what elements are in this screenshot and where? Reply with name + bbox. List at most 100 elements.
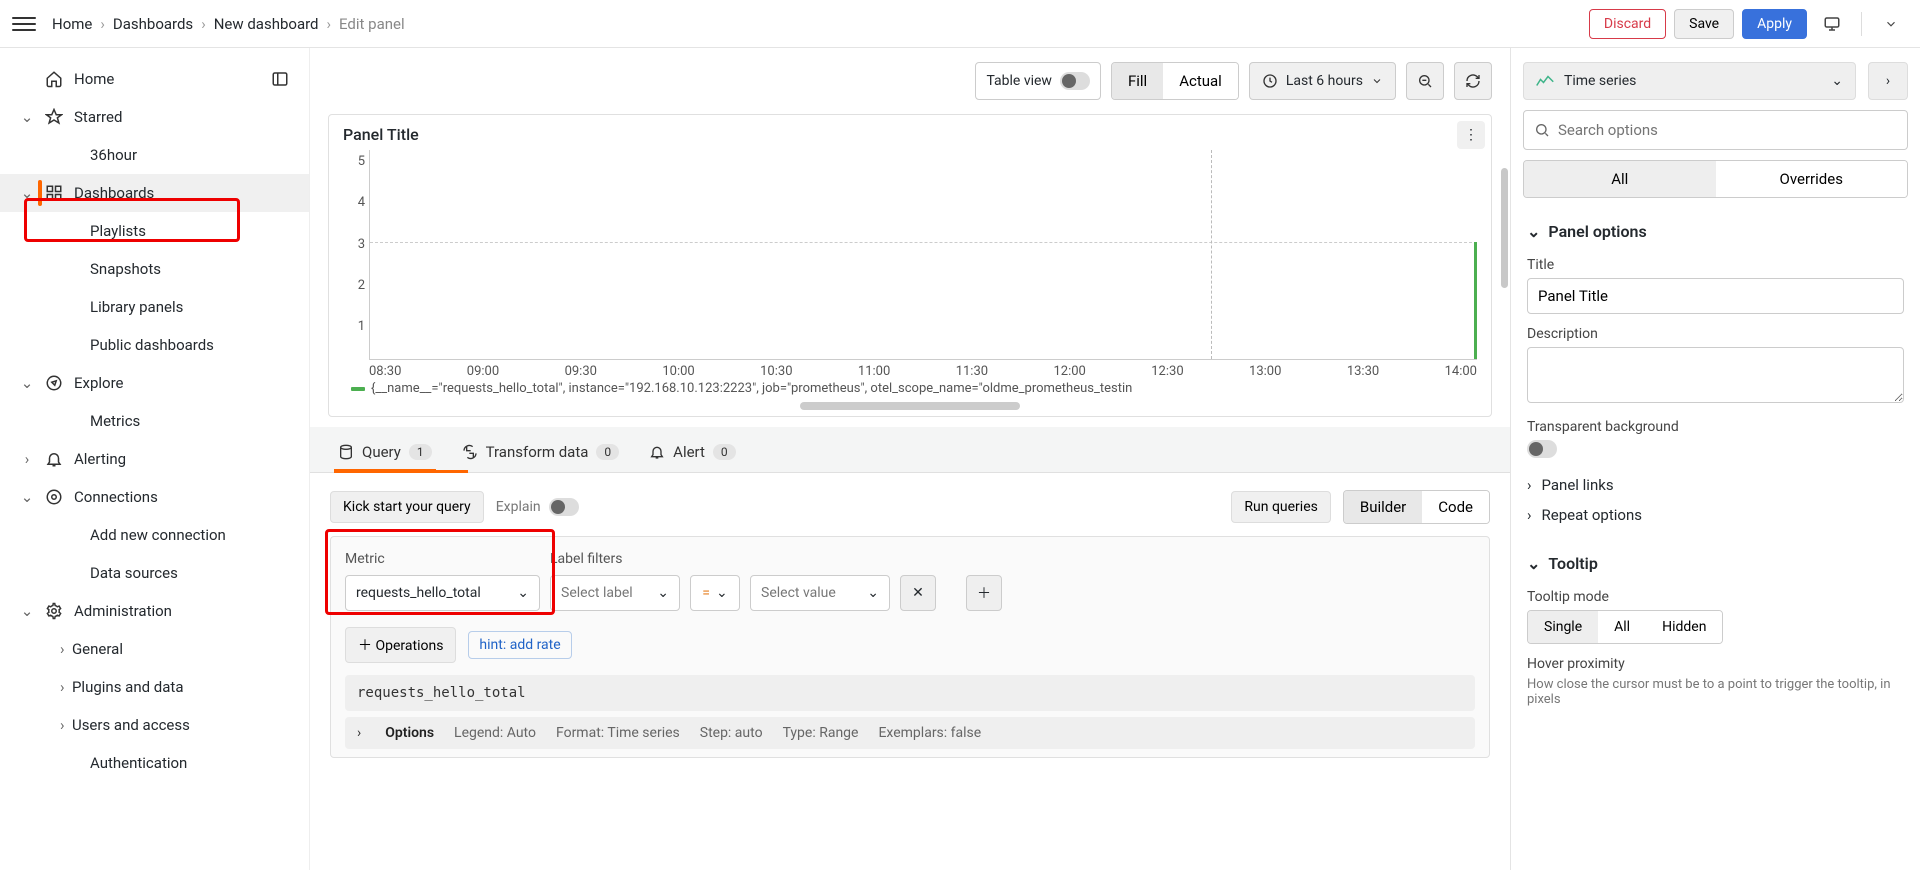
table-view-toggle[interactable]: Table view [975, 62, 1101, 100]
menu-toggle-icon[interactable] [12, 12, 36, 36]
sidebar-item-library-panels[interactable]: Library panels [0, 288, 309, 326]
tab-transform[interactable]: Transform data 0 [458, 435, 624, 472]
sidebar-item-authentication[interactable]: Authentication [0, 744, 309, 782]
chart-legend[interactable]: {__name__="requests_hello_total", instan… [343, 379, 1477, 396]
actual-button[interactable]: Actual [1163, 63, 1238, 99]
section-panel-options[interactable]: ⌄Panel options [1527, 212, 1904, 251]
sidebar-item-public-dashboards[interactable]: Public dashboards [0, 326, 309, 364]
transparent-toggle[interactable] [1527, 440, 1557, 458]
expand-panel-button[interactable]: › [1868, 62, 1908, 100]
panel-toolbar: Table view Fill Actual Last 6 hours [310, 48, 1510, 110]
bell-icon [44, 450, 64, 468]
panel-menu-button[interactable]: ⋮ [1457, 121, 1485, 149]
chevron-right-icon: › [1527, 476, 1532, 494]
chevron-down-icon: ⌄ [1831, 73, 1843, 89]
sidebar-item-administration[interactable]: ⌄ Administration [0, 592, 309, 630]
chevron-down-icon: ⌄ [1527, 554, 1540, 573]
chevron-down-icon [1371, 75, 1383, 87]
label-filters-label: Label filters [550, 551, 1002, 567]
sidebar-label-alerting: Alerting [74, 450, 126, 468]
editor-center: Table view Fill Actual Last 6 hours ⋮ Pa… [310, 48, 1510, 870]
search-options[interactable] [1523, 110, 1908, 150]
sidebar-item-dashboards[interactable]: ⌄ Dashboards [0, 174, 309, 212]
description-input[interactable] [1527, 347, 1904, 403]
chevron-down-icon: ⌄ [20, 184, 34, 202]
sidebar-item-home[interactable]: Home [0, 60, 309, 98]
metric-select[interactable]: requests_hello_total ⌄ [345, 575, 540, 611]
timeseries-icon [1536, 74, 1554, 88]
horizontal-scrollbar[interactable] [800, 402, 1020, 410]
explain-toggle[interactable] [549, 498, 579, 516]
options-panel: Time series ⌄ › All Overrides ⌄Panel opt… [1510, 48, 1920, 870]
breadcrumb-dashboards[interactable]: Dashboards [113, 15, 193, 33]
code-mode-button[interactable]: Code [1422, 491, 1489, 523]
chevron-right-icon: › [1527, 506, 1532, 524]
operator-select[interactable]: = ⌄ [690, 575, 740, 611]
time-range-picker[interactable]: Last 6 hours [1249, 62, 1396, 100]
title-input[interactable] [1527, 278, 1904, 314]
panel-preview: ⋮ Panel Title 5 4 3 2 1 [328, 114, 1492, 417]
value-select[interactable]: Select value ⌄ [750, 575, 890, 611]
sidebar-item-add-connection[interactable]: Add new connection [0, 516, 309, 554]
sidebar-item-data-sources[interactable]: Data sources [0, 554, 309, 592]
query-builder: Metric requests_hello_total ⌄ Label filt… [330, 536, 1490, 758]
sidebar-item-starred[interactable]: ⌄ Starred [0, 98, 309, 136]
sidebar-item-users[interactable]: › Users and access [0, 706, 309, 744]
breadcrumb-home[interactable]: Home [52, 15, 92, 33]
tab-all[interactable]: All [1524, 161, 1716, 197]
run-queries-button[interactable]: Run queries [1231, 491, 1330, 523]
panel-links-row[interactable]: ›Panel links [1527, 470, 1904, 500]
monitor-icon[interactable] [1815, 7, 1849, 41]
plot-area[interactable] [369, 150, 1477, 360]
hint-add-rate[interactable]: hint: add rate [468, 631, 571, 659]
sidebar-item-alerting[interactable]: › Alerting [0, 440, 309, 478]
search-icon [1534, 122, 1550, 138]
tooltip-mode-label: Tooltip mode [1527, 589, 1904, 605]
section-tooltip[interactable]: ⌄Tooltip [1527, 544, 1904, 583]
annotation-vline [1211, 150, 1212, 359]
sidebar-item-explore[interactable]: ⌄ Explore [0, 364, 309, 402]
dock-icon[interactable] [271, 70, 289, 88]
sidebar-item-snapshots[interactable]: Snapshots [0, 250, 309, 288]
query-options-row[interactable]: › Options Legend: Auto Format: Time seri… [345, 717, 1475, 749]
repeat-options-row[interactable]: ›Repeat options [1527, 500, 1904, 530]
star-icon [44, 108, 64, 126]
fill-button[interactable]: Fill [1112, 63, 1163, 99]
label-select[interactable]: Select label ⌄ [550, 575, 680, 611]
hover-proximity-label: Hover proximity [1527, 656, 1904, 672]
tab-query[interactable]: Query 1 [334, 435, 436, 472]
add-operations-button[interactable]: ＋ Operations [345, 627, 456, 663]
add-filter-button[interactable]: ＋ [966, 575, 1002, 611]
sidebar-item-general[interactable]: › General [0, 630, 309, 668]
discard-button[interactable]: Discard [1589, 9, 1666, 39]
builder-mode-button[interactable]: Builder [1344, 491, 1422, 523]
tooltip-single-button[interactable]: Single [1528, 611, 1598, 643]
tab-alert[interactable]: Alert 0 [645, 435, 740, 472]
apply-button[interactable]: Apply [1742, 9, 1807, 39]
query-editor: Kick start your query Explain Run querie… [310, 476, 1510, 870]
vertical-scrollbar[interactable] [1501, 168, 1508, 288]
sidebar-item-36hour[interactable]: 36hour [0, 136, 309, 174]
transform-icon [462, 444, 478, 460]
tab-overrides[interactable]: Overrides [1716, 161, 1908, 197]
breadcrumb-new-dashboard[interactable]: New dashboard [214, 15, 319, 33]
search-input[interactable] [1558, 121, 1897, 139]
zoom-out-button[interactable] [1406, 62, 1444, 100]
compass-icon [44, 374, 64, 392]
dashboard-icon [44, 184, 64, 202]
refresh-button[interactable] [1454, 62, 1492, 100]
chart: 5 4 3 2 1 [343, 150, 1477, 360]
chevron-down-icon: ⌄ [716, 585, 728, 601]
sidebar-item-metrics[interactable]: Metrics [0, 402, 309, 440]
remove-filter-button[interactable]: ✕ [900, 575, 936, 611]
sidebar-label-starred: Starred [74, 108, 122, 126]
sidebar-item-plugins[interactable]: › Plugins and data [0, 668, 309, 706]
sidebar-item-connections[interactable]: ⌄ Connections [0, 478, 309, 516]
sidebar-item-playlists[interactable]: Playlists [0, 212, 309, 250]
kick-start-button[interactable]: Kick start your query [330, 491, 484, 523]
tooltip-hidden-button[interactable]: Hidden [1646, 611, 1722, 643]
save-button[interactable]: Save [1674, 9, 1734, 39]
tooltip-all-button[interactable]: All [1598, 611, 1646, 643]
chevron-down-icon[interactable] [1874, 7, 1908, 41]
visualization-picker[interactable]: Time series ⌄ [1523, 62, 1856, 100]
